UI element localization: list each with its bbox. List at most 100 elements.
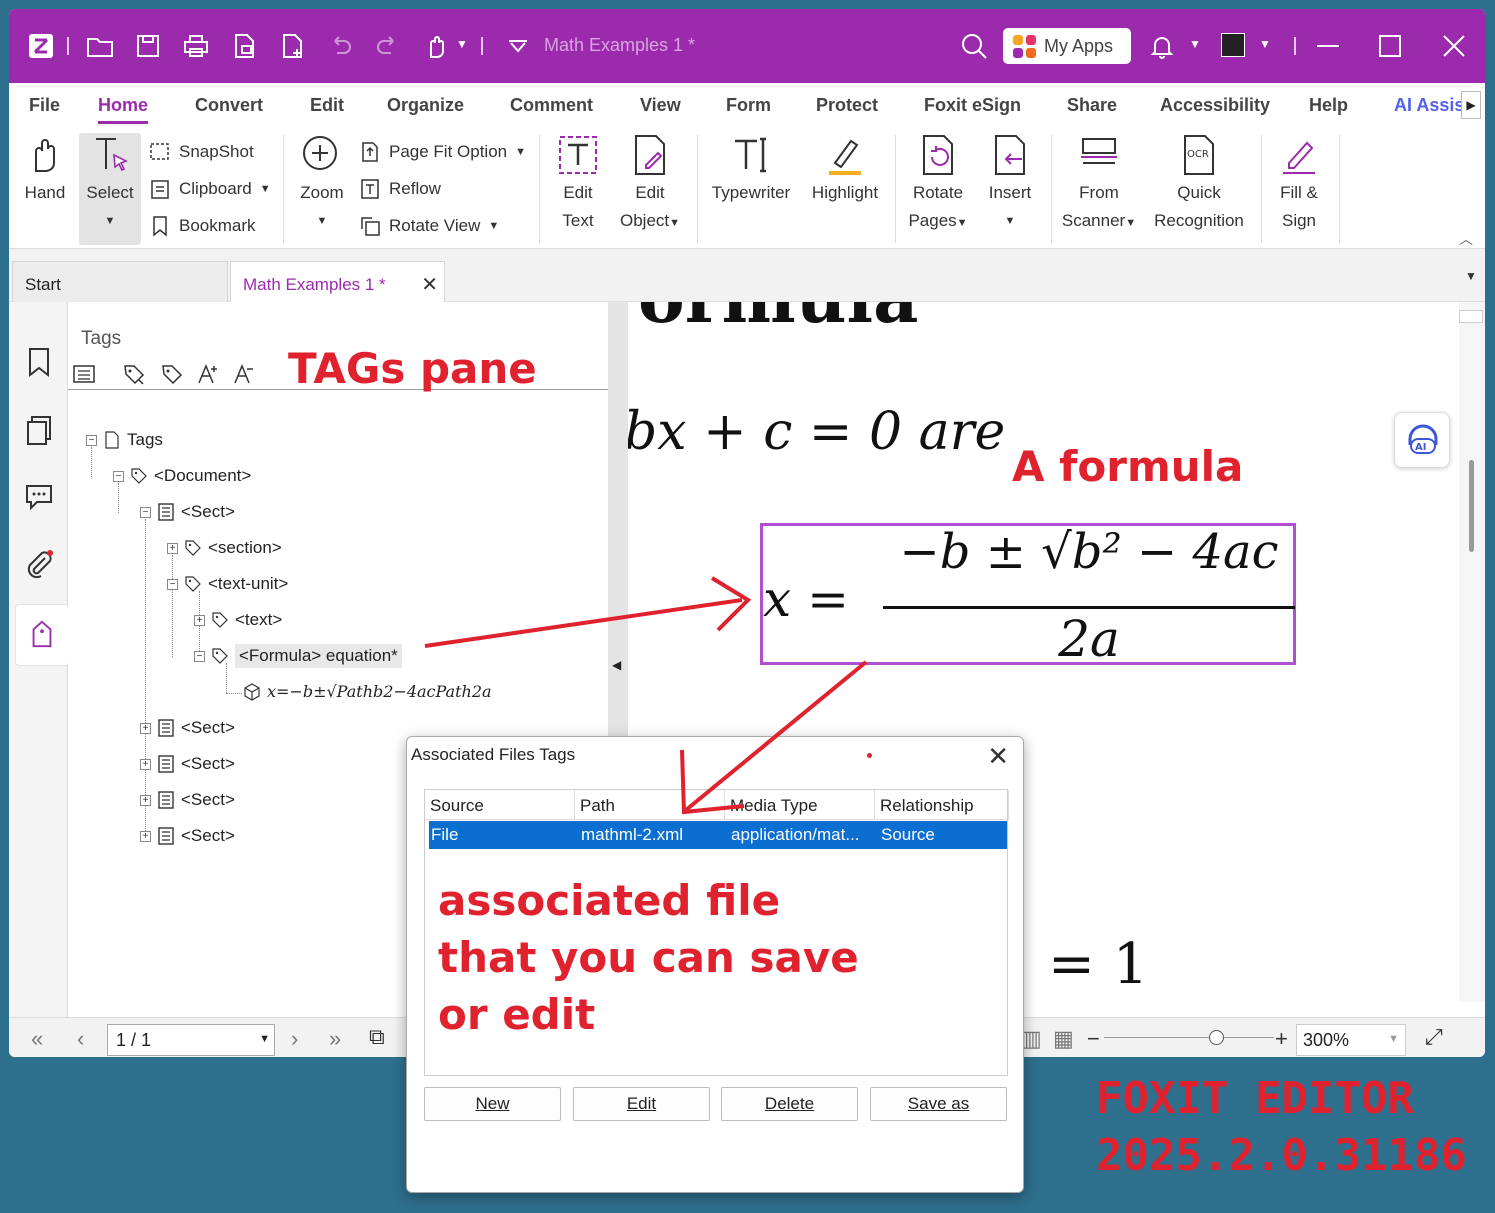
previous-page-icon[interactable]: ‹ [77, 1026, 84, 1052]
menu-help[interactable]: Help [1309, 95, 1348, 116]
tree-node-content[interactable]: x=−b±√Pathb2−4acPath2a [243, 682, 492, 701]
page-number-field[interactable]: 1 / 1 ▼ [107, 1024, 275, 1056]
tree-node[interactable]: − <Sect> [140, 502, 235, 522]
zoom-slider-handle[interactable] [1209, 1030, 1224, 1045]
decrease-font-icon[interactable] [232, 362, 256, 386]
formula-selection-box[interactable]: x = −b ± √b² − 4ac 2a [760, 523, 1296, 668]
tree-node[interactable]: + <section> [167, 538, 282, 558]
zoom-in-icon[interactable]: + [1275, 1026, 1288, 1052]
reflow-button[interactable]: Reflow [359, 178, 441, 200]
page-dropdown-icon[interactable]: ▼ [259, 1033, 270, 1045]
menu-foxit-esign[interactable]: Foxit eSign [924, 95, 1021, 116]
from-scanner-button[interactable]: From Scanner▼ [1059, 133, 1139, 237]
edit-button[interactable]: Edit [573, 1087, 710, 1121]
rotate-view-dropdown-icon[interactable]: ▼ [488, 220, 499, 232]
facing-view-icon[interactable]: ▦ [1053, 1026, 1074, 1052]
menu-home[interactable]: Home [98, 95, 149, 124]
notification-dropdown-icon[interactable]: ▼ [1189, 37, 1201, 51]
tab-math-examples[interactable]: Math Examples 1 * ✕ [230, 261, 445, 302]
zoom-dropdown-icon[interactable]: ▼ [293, 207, 351, 235]
fill-sign-button[interactable]: Fill & Sign [1271, 133, 1327, 235]
print-icon[interactable] [181, 31, 211, 61]
collapse-icon[interactable]: − [86, 434, 97, 446]
column-header-source[interactable]: Source [425, 790, 575, 820]
zoom-slider[interactable] [1104, 1037, 1274, 1038]
vertical-scrollbar-thumb[interactable] [1469, 460, 1474, 552]
pages-panel-icon[interactable] [23, 414, 55, 446]
zoom-level-field[interactable]: 300% ▼ [1296, 1024, 1406, 1056]
column-header-relationship[interactable]: Relationship [875, 790, 1009, 820]
save-icon[interactable] [133, 31, 163, 61]
tree-node[interactable]: + <text> [194, 610, 282, 630]
first-page-icon[interactable]: « [31, 1026, 43, 1052]
highlight-button[interactable]: Highlight [805, 133, 885, 207]
quick-access-dropdown-icon[interactable] [503, 31, 533, 61]
hand-tool-button[interactable]: Hand [17, 133, 73, 207]
menu-protect[interactable]: Protect [816, 95, 878, 116]
new-file-icon[interactable] [277, 31, 307, 61]
avatar[interactable] [1221, 33, 1245, 57]
menu-comment[interactable]: Comment [510, 95, 593, 116]
bookmarks-panel-icon[interactable] [23, 346, 55, 378]
zoom-dropdown-icon[interactable]: ▼ [1388, 1033, 1399, 1045]
bookmark-button[interactable]: Bookmark [149, 215, 256, 237]
column-header-path[interactable]: Path [575, 790, 725, 820]
collapse-icon[interactable]: − [167, 578, 178, 590]
my-apps-button[interactable]: My Apps [1003, 28, 1131, 64]
hand-dropdown-icon[interactable]: ▼ [456, 37, 468, 51]
options-list-icon[interactable] [72, 362, 96, 386]
menu-convert[interactable]: Convert [195, 95, 263, 116]
edit-object-dropdown-icon[interactable]: ▼ [669, 217, 680, 229]
expand-icon[interactable]: + [140, 830, 151, 842]
menu-file[interactable]: File [29, 95, 60, 116]
expand-icon[interactable]: + [140, 794, 151, 806]
new-button[interactable]: New [424, 1087, 561, 1121]
column-header-media-type[interactable]: Media Type [725, 790, 875, 820]
foxit-logo-icon[interactable] [26, 31, 56, 61]
redo-icon[interactable] [373, 31, 403, 61]
tree-node[interactable]: − Tags [86, 430, 163, 450]
account-dropdown-icon[interactable]: ▼ [1259, 37, 1271, 51]
delete-button[interactable]: Delete [721, 1087, 858, 1121]
rotate-pages-dropdown-icon[interactable]: ▼ [957, 217, 968, 229]
tree-node-formula[interactable]: − <Formula> equation* [194, 644, 402, 668]
new-tag-icon[interactable] [122, 362, 146, 386]
collapse-ribbon-icon[interactable]: ︿ [1459, 229, 1473, 249]
maximize-icon[interactable] [1375, 31, 1405, 61]
file-icon[interactable] [229, 31, 259, 61]
collapse-icon[interactable]: − [194, 650, 205, 662]
insert-dropdown-icon[interactable]: ▼ [981, 207, 1039, 235]
menu-view[interactable]: View [640, 95, 681, 116]
tree-node[interactable]: + <Sect> [140, 718, 235, 738]
menu-organize[interactable]: Organize [387, 95, 464, 116]
close-window-icon[interactable] [1439, 31, 1469, 61]
page-fit-dropdown-icon[interactable]: ▼ [515, 146, 526, 158]
tree-node[interactable]: − <text-unit> [167, 574, 288, 594]
menu-ai-assistant[interactable]: AI Assis [1394, 95, 1464, 116]
tree-node[interactable]: − <Document> [113, 466, 251, 486]
rotate-view-button[interactable]: Rotate View ▼ [359, 215, 499, 237]
last-page-icon[interactable]: » [329, 1026, 341, 1052]
menu-share[interactable]: Share [1067, 95, 1117, 116]
comments-panel-icon[interactable] [23, 480, 55, 512]
snapshot-button[interactable]: SnapShot [149, 141, 254, 163]
menu-edit[interactable]: Edit [310, 95, 344, 116]
fullscreen-icon[interactable]: ⤢ [1425, 1024, 1443, 1050]
notification-bell-icon[interactable] [1147, 31, 1177, 61]
clipboard-button[interactable]: Clipboard ▼ [149, 178, 271, 200]
collapse-pane-icon[interactable]: ◀ [612, 658, 621, 672]
close-tab-icon[interactable]: ✕ [421, 272, 438, 297]
quick-recognition-button[interactable]: OCR Quick Recognition [1149, 133, 1249, 235]
edit-tag-icon[interactable] [160, 362, 184, 386]
table-row[interactable]: File mathml-2.xml application/mat... Sou… [429, 821, 1007, 849]
dialog-close-icon[interactable]: ✕ [987, 741, 1009, 772]
expand-icon[interactable]: + [194, 614, 205, 626]
expand-icon[interactable]: + [140, 758, 151, 770]
open-folder-icon[interactable] [85, 31, 115, 61]
ai-assistant-button[interactable]: AI [1394, 412, 1450, 468]
tab-start[interactable]: Start [12, 261, 228, 302]
expand-icon[interactable]: + [167, 542, 178, 554]
collapse-icon[interactable]: − [113, 470, 124, 482]
vertical-scrollbar[interactable] [1459, 302, 1485, 1002]
increase-font-icon[interactable] [196, 362, 220, 386]
